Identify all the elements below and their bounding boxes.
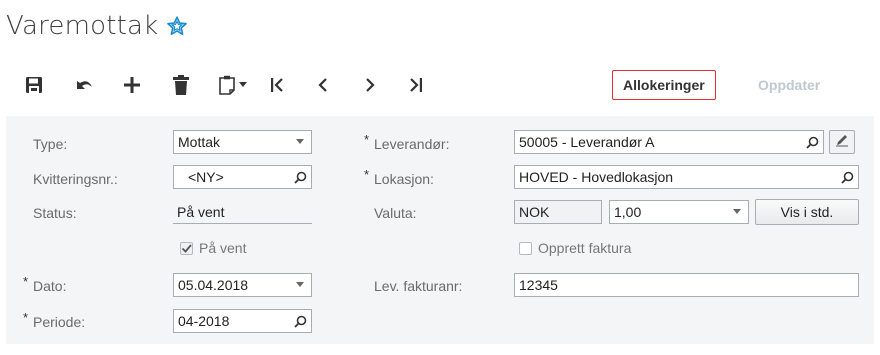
chevron-down-icon: [726, 201, 748, 223]
chevron-down-icon[interactable]: [289, 274, 311, 296]
paa-vent-checkbox[interactable]: På vent: [180, 238, 246, 258]
required-marker: *: [364, 167, 370, 182]
search-icon[interactable]: [801, 131, 823, 153]
type-select[interactable]: Mottak: [173, 130, 312, 154]
save-icon[interactable]: [21, 72, 47, 98]
status-value: På vent: [173, 200, 312, 224]
lokasjon-input[interactable]: HOVED - Hovedlokasjon: [514, 165, 859, 189]
opprett-faktura-checkbox[interactable]: Opprett faktura: [519, 238, 631, 258]
kvittering-input[interactable]: <NY>: [173, 165, 312, 189]
type-value: Mottak: [178, 134, 221, 150]
add-icon[interactable]: [119, 72, 145, 98]
required-marker: *: [23, 310, 29, 325]
currency-value: NOK: [519, 204, 550, 220]
lev-fakturanr-input[interactable]: 12345: [514, 273, 859, 297]
dato-value: 05.04.2018: [178, 277, 249, 293]
valuta-label: Valuta:: [374, 205, 417, 221]
checkbox-checked-icon: [180, 241, 193, 255]
rate-value: 1,00: [614, 204, 642, 220]
type-label: Type:: [33, 136, 68, 152]
vis-i-std-button[interactable]: Vis i std.: [755, 199, 859, 225]
chevron-down-icon: [289, 131, 311, 153]
checkbox-unchecked-icon: [519, 241, 532, 255]
first-icon[interactable]: [264, 72, 290, 98]
pencil-icon: [835, 133, 849, 152]
previous-icon[interactable]: [310, 72, 336, 98]
delete-icon[interactable]: [168, 72, 194, 98]
lev-fakturanr-value: 12345: [519, 277, 558, 293]
allokeringer-button[interactable]: Allokeringer: [612, 70, 716, 100]
periode-label: * Periode:: [23, 310, 85, 333]
search-icon[interactable]: [836, 166, 858, 188]
title-row: Varemottak: [6, 6, 188, 46]
periode-value: 04-2018: [178, 313, 230, 329]
status-label: Status:: [33, 205, 77, 221]
lokasjon-label: * Lokasjon:: [364, 167, 434, 190]
kvittering-value: <NY>: [188, 169, 224, 185]
leverandor-value: 50005 - Leverandør A: [519, 134, 655, 150]
undo-icon[interactable]: [71, 72, 97, 98]
dropdown-caret-icon[interactable]: [236, 72, 250, 98]
next-icon[interactable]: [357, 72, 383, 98]
leverandor-input[interactable]: 50005 - Leverandør A: [514, 130, 824, 154]
oppdater-button[interactable]: Oppdater: [748, 70, 830, 100]
required-marker: *: [364, 132, 370, 147]
dato-input[interactable]: 05.04.2018: [173, 273, 312, 297]
valuta-rate-select[interactable]: 1,00: [609, 200, 749, 224]
receipt-form: Type: Mottak Kvitteringsnr.: <NY> Status…: [6, 116, 874, 344]
opprett-faktura-label: Opprett faktura: [538, 240, 632, 256]
star-outline-icon[interactable]: [166, 15, 188, 37]
edit-leverandor-button[interactable]: [829, 130, 855, 154]
kvittering-label: Kvitteringsnr.:: [33, 171, 118, 187]
page-title: Varemottak: [6, 11, 159, 41]
search-icon[interactable]: [289, 166, 311, 188]
leverandor-label: * Leverandør:: [364, 132, 449, 155]
periode-input[interactable]: 04-2018: [173, 309, 312, 333]
paa-vent-label: På vent: [199, 240, 247, 256]
lokasjon-value: HOVED - Hovedlokasjon: [519, 169, 674, 185]
toolbar: Allokeringer Oppdater: [0, 64, 880, 104]
search-icon[interactable]: [289, 310, 311, 332]
required-marker: *: [23, 274, 29, 289]
lev-fakturanr-label: Lev. fakturanr:: [374, 278, 463, 294]
dato-label: * Dato:: [23, 274, 66, 297]
valuta-currency: NOK: [514, 200, 602, 224]
last-icon[interactable]: [403, 72, 429, 98]
